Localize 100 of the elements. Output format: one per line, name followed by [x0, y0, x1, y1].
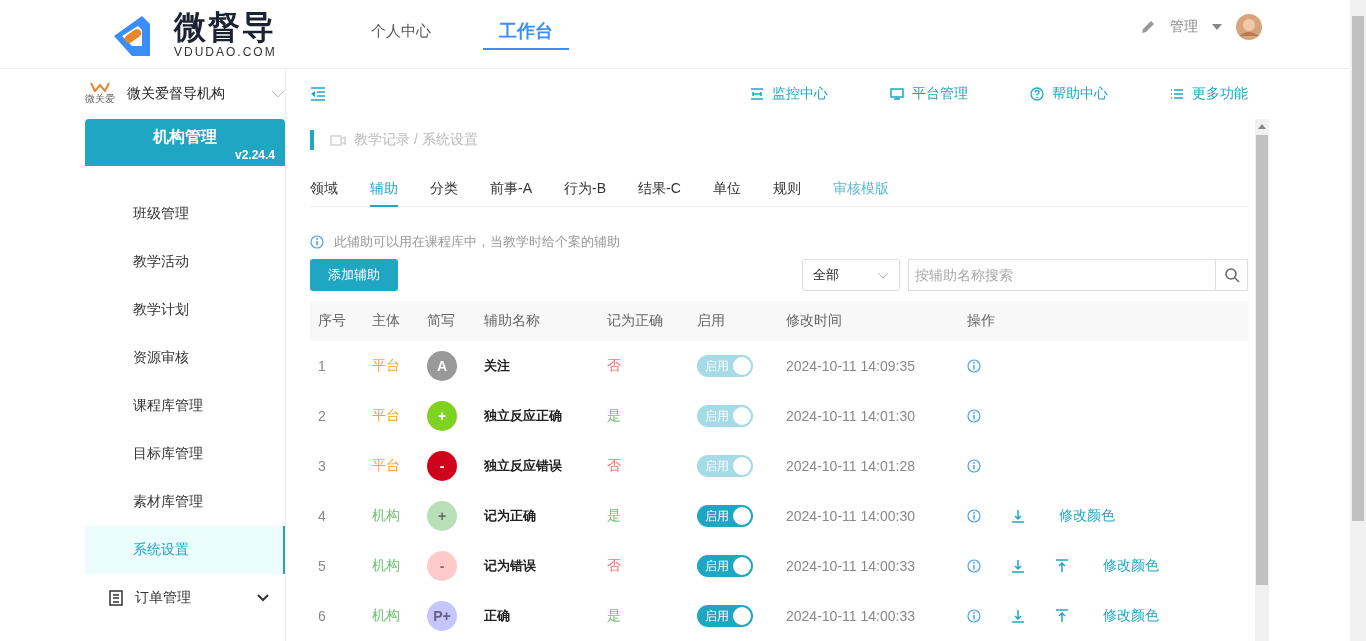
menu-item[interactable]: 资源审核	[85, 334, 285, 382]
toggle-switch[interactable]: 启用	[697, 555, 753, 577]
column-header: 启用	[696, 312, 726, 330]
nav-tab[interactable]: 个人中心	[358, 14, 443, 50]
scroll-up-arrow-icon[interactable]	[1258, 124, 1266, 129]
info-icon[interactable]	[967, 359, 981, 373]
video-icon	[330, 134, 346, 146]
collapse-menu-icon[interactable]	[310, 87, 326, 101]
move-up-icon[interactable]	[1055, 559, 1069, 573]
tab[interactable]: 单位	[712, 173, 741, 207]
toggle-switch[interactable]: 启用	[697, 605, 753, 627]
column-header: 序号	[317, 312, 347, 330]
menu-item[interactable]: 素材库管理	[85, 478, 285, 526]
list-icon[interactable]	[1170, 88, 1184, 100]
tab[interactable]: 分类	[430, 173, 458, 207]
table-cell-text: 记为正确	[483, 507, 537, 525]
toolbar-link[interactable]: 帮助中心	[1030, 85, 1108, 103]
abbreviation-badge: A	[427, 351, 457, 381]
tab[interactable]: 前事-A	[490, 173, 532, 207]
change-color-link[interactable]: 修改颜色	[1103, 607, 1159, 625]
info-icon[interactable]	[967, 609, 981, 623]
logo-text: 微督导	[174, 9, 277, 45]
tab[interactable]: 规则	[772, 173, 801, 207]
info-icon[interactable]	[967, 559, 981, 573]
nav-tab[interactable]: 工作台	[482, 14, 569, 50]
toolbar-link[interactable]: 监控中心	[750, 85, 828, 103]
change-color-link[interactable]: 修改颜色	[1103, 557, 1159, 575]
table-cell-text: 2024-10-11 14:01:30	[785, 408, 916, 424]
tab[interactable]: 领域	[310, 173, 338, 207]
table-cell-text: 1	[317, 358, 327, 374]
menu-item[interactable]: 课程库管理	[85, 382, 285, 430]
menu-group[interactable]: 订单管理	[135, 589, 245, 607]
table-cell-text: 否	[606, 457, 622, 475]
chevron-down-icon[interactable]	[271, 90, 285, 98]
breadcrumb: 教学记录 / 系统设置	[354, 131, 478, 149]
table-cell-text: 独立反应错误	[483, 457, 563, 475]
table-cell-text: 3	[317, 458, 327, 474]
table-cell-text: 6	[317, 608, 327, 624]
table-cell-text: 2024-10-11 14:01:28	[785, 458, 916, 474]
info-icon[interactable]	[967, 509, 981, 523]
table-cell-text: 是	[606, 507, 622, 525]
column-header: 修改时间	[785, 312, 843, 330]
tab[interactable]: 结果-C	[638, 173, 681, 207]
table-cell-text: 关注	[483, 357, 511, 375]
filter-select[interactable]: 全部	[802, 259, 900, 291]
version-label: v2.24.4	[234, 148, 275, 162]
table-cell-text: 机构	[371, 557, 401, 575]
search-icon[interactable]	[1223, 267, 1240, 283]
chevron-icon[interactable]	[257, 594, 269, 602]
toggle-switch[interactable]: 启用	[697, 505, 753, 527]
search-button[interactable]	[1216, 259, 1248, 291]
pencil-icon[interactable]	[1140, 19, 1156, 35]
table-cell-text: 平台	[371, 357, 401, 375]
tab[interactable]: 辅助	[370, 173, 398, 207]
table-cell-text: 2024-10-11 14:09:35	[785, 358, 916, 374]
avatar-icon[interactable]	[1236, 14, 1262, 40]
menu-item[interactable]: 教学活动	[85, 238, 285, 286]
abbreviation-badge: P+	[427, 601, 457, 631]
scrollbar[interactable]	[1255, 119, 1269, 641]
menu-item[interactable]: 目标库管理	[85, 430, 285, 478]
move-up-icon[interactable]	[1055, 609, 1069, 623]
monitor-icon[interactable]	[750, 88, 764, 100]
move-down-icon[interactable]	[1011, 559, 1025, 573]
table-cell-text: 平台	[371, 457, 401, 475]
org-logo-text: 微关爱	[85, 92, 115, 106]
menu-item[interactable]: 班级管理	[85, 190, 285, 238]
org-name[interactable]: 微关爱督导机构	[127, 85, 259, 103]
table-cell-text: 2024-10-11 14:00:30	[785, 508, 916, 524]
table-cell-text: 独立反应正确	[483, 407, 563, 425]
page-scrollbar[interactable]	[1350, 0, 1366, 641]
toolbar-link[interactable]: 平台管理	[890, 85, 968, 103]
scrollbar-thumb[interactable]	[1256, 135, 1268, 585]
search-field[interactable]: 按辅助名称搜索	[908, 259, 1216, 291]
table-cell-text: 平台	[371, 407, 401, 425]
table-cell-text: 机构	[371, 507, 401, 525]
table-cell-text: 正确	[483, 607, 511, 625]
move-down-icon[interactable]	[1011, 509, 1025, 523]
change-color-link[interactable]: 修改颜色	[1059, 507, 1115, 525]
chevron-down-icon[interactable]	[877, 271, 889, 279]
tab[interactable]: 审核模版	[832, 173, 889, 207]
info-icon[interactable]	[967, 459, 981, 473]
tab[interactable]: 行为-B	[564, 173, 606, 207]
abbreviation-badge: +	[427, 401, 457, 431]
help-icon[interactable]	[1030, 87, 1044, 101]
card-title: 机构管理	[153, 127, 217, 147]
add-button[interactable]: 添加辅助	[310, 259, 398, 291]
table-cell-text: 5	[317, 558, 327, 574]
caret-icon[interactable]	[1212, 24, 1222, 30]
info-icon[interactable]	[967, 409, 981, 423]
menu-item[interactable]: 系统设置	[85, 526, 285, 574]
abbreviation-badge: -	[427, 551, 457, 581]
toolbar-link[interactable]: 更多功能	[1170, 85, 1248, 103]
table-cell-text: 否	[606, 557, 622, 575]
screen-icon[interactable]	[890, 88, 904, 100]
move-down-icon[interactable]	[1011, 609, 1025, 623]
hint-text: 此辅助可以用在课程库中，当教学时给个案的辅助	[334, 233, 620, 251]
document-icon	[109, 590, 123, 606]
scrollbar-thumb[interactable]	[1352, 16, 1364, 521]
menu-item[interactable]: 教学计划	[85, 286, 285, 334]
user-menu[interactable]: 管理	[1170, 18, 1198, 36]
